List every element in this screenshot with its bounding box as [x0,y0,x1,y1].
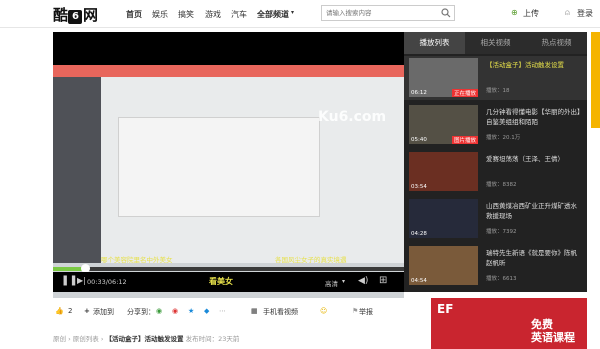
action-bar: 👍 2 + 添加到 分享到： ◉ ◉ ★ ◆ ⋯ ▦ 手机看视频 ☺ ⚑ 举报 [53,296,428,326]
video-title: 看美女 [209,277,233,286]
video-thumbnail[interactable]: 04:54 [409,246,478,285]
view-count: 播放：20.1万 [486,135,521,141]
ad-banner[interactable]: EF 免费 英语课程 [431,298,587,349]
video-content-sidebar [53,77,101,263]
video-item-title[interactable]: 【活动盒子】活动触发设置 [486,60,581,70]
wechat-icon[interactable]: ◉ [156,307,162,315]
duration: 04:54 [411,278,427,284]
logo-text: 酷 [53,6,68,24]
view-count: 播放：18 [486,88,510,94]
ad-line-2: 英语课程 [531,331,575,344]
video-item-title[interactable]: 山西黄煤冶西矿业正升煤矿透水救援现场 [486,201,581,221]
next-icon[interactable]: ▶| [77,276,86,285]
report-button[interactable]: 举报 [359,307,373,317]
progress-fill [53,267,85,271]
tab-playlist[interactable]: 播放列表 [404,32,465,54]
logo-suffix: 网 [83,6,98,24]
status-badge: 正在播放 [451,89,478,97]
logo-mark: 6 [68,10,83,24]
phone-watch-button[interactable]: 手机看视频 [263,307,298,317]
video-thumbnail[interactable]: 06:12 正在播放 [409,58,478,97]
ad-line-1: 免费 [531,318,553,331]
video-thumbnail[interactable]: 05:40 图片播放 [409,105,478,144]
video-thumbnail[interactable]: 04:28 [409,199,478,238]
video-content-topbar [53,65,404,77]
breadcrumb-list[interactable]: 原创列表 [73,335,99,343]
tab-hot[interactable]: 热点视频 [526,32,587,54]
fullscreen-icon[interactable]: ⊞ [379,275,387,286]
control-bar: ❚❚ ▶| 00:33/06:12 看美女 高清 ▾ ◀) ⊞ [53,272,404,292]
chevron-down-icon[interactable]: ▾ [291,9,294,16]
qr-code-icon[interactable]: ▦ [251,307,258,315]
add-to-button[interactable]: 添加到 [93,307,114,317]
playlist-item[interactable]: 05:40 图片播放 几分钟看得懂电影【华丽的外出】自鉴美组组和陌陌播放：20.1万 [404,103,587,147]
plus-icon[interactable]: + [84,307,90,315]
qzone-icon[interactable]: ★ [188,307,194,315]
user-icon[interactable]: ⍝ [565,8,570,18]
login-link[interactable]: 登录 [577,8,593,19]
nav-all-channels[interactable]: 全部频道 [257,9,289,20]
upload-link[interactable]: 上传 [523,8,539,19]
upload-icon[interactable]: ⊕ [511,8,518,17]
side-feedback-tab[interactable] [591,32,600,128]
ad-brand: EF [437,302,454,316]
site-logo[interactable]: 酷6网 [53,4,98,25]
video-item-title[interactable]: 瑞特先生新语《就是要你》陈帆 赵帆昕 [486,248,581,268]
more-share-icon[interactable]: ⋯ [219,307,226,315]
playlist-item[interactable]: 04:28 山西黄煤冶西矿业正升煤矿透水救援现场播放：7392 [404,197,587,241]
chevron-down-icon[interactable]: ▾ [342,278,345,285]
thumbs-up-icon[interactable]: 👍 [55,307,64,315]
nav-funny[interactable]: 搞笑 [178,9,194,20]
video-player[interactable]: Ku6.com 哪个美容院里名中外美女 各国风尘女子的真实境遇 ❚❚ ▶| 00… [53,32,404,298]
video-item-title[interactable]: 几分钟看得懂电影【华丽的外出】自鉴美组组和陌陌 [486,107,581,127]
duration: 06:12 [411,90,427,96]
qq-icon[interactable]: ◆ [204,307,209,315]
duration: 04:28 [411,231,427,237]
top-bar: 酷6网 首页 娱乐 搞笑 游戏 汽车 全部频道 ▾ ⊕ 上传 ⍝ 登录 [0,0,600,28]
breadcrumb-current: 【活动盒子】活动触发设置 [105,335,184,343]
pause-icon[interactable]: ❚❚ [61,275,78,286]
playlist-item[interactable]: 04:54 瑞特先生新语《就是要你》陈帆 赵帆昕播放：6613 [404,244,587,288]
report-icon[interactable]: ⚑ [352,307,358,315]
ad-headline: 免费 英语课程 [531,318,575,344]
search-icon[interactable] [441,8,451,18]
nav-entertainment[interactable]: 娱乐 [152,9,168,20]
side-tabs: 播放列表 相关视频 热点视频 [404,32,587,54]
share-label: 分享到： [127,308,155,316]
video-content-dialog [118,117,320,217]
video-item-title[interactable]: 爱赛坦荡荡（王泽、王倩） [486,154,581,164]
like-count: 2 [68,307,73,315]
publish-time: 发布时间：23天前 [185,335,240,343]
playlist-item[interactable]: 06:12 正在播放 【活动盒子】活动触发设置播放：18 [404,56,587,100]
breadcrumb: 原创 › 原创列表 › 【活动盒子】活动触发设置 发布时间：23天前 [53,333,239,343]
side-panel: 播放列表 相关视频 热点视频 06:12 正在播放 【活动盒子】活动触发设置播放：1… [404,32,587,292]
tab-related[interactable]: 相关视频 [465,32,526,54]
search-box [321,5,455,21]
view-count: 播放：6613 [486,276,517,282]
subtitle-left: 哪个美容院里名中外美女 [101,256,173,264]
search-input[interactable] [322,6,442,20]
volume-icon[interactable]: ◀) [358,276,368,286]
view-count: 播放：7392 [486,229,517,235]
nav-home[interactable]: 首页 [126,9,142,20]
quality-select[interactable]: 高清 [325,278,338,288]
progress-bar[interactable] [53,264,404,273]
watermark: Ku6.com [318,109,387,125]
subtitle-right: 各国风尘女子的真实境遇 [275,256,347,264]
video-thumbnail[interactable]: 03:54 [409,152,478,191]
emoji-icon[interactable]: ☺ [320,307,327,315]
time-display: 00:33/06:12 [87,278,127,286]
status-badge: 图片播放 [451,136,478,144]
nav-cars[interactable]: 汽车 [231,9,247,20]
duration: 05:40 [411,137,427,143]
weibo-icon[interactable]: ◉ [172,307,178,315]
duration: 03:54 [411,184,427,190]
nav-games[interactable]: 游戏 [205,9,221,20]
breadcrumb-original[interactable]: 原创 [53,335,66,343]
view-count: 播放：8382 [486,182,517,188]
playlist-item[interactable]: 03:54 爱赛坦荡荡（王泽、王倩） 播放：8382 [404,150,587,194]
